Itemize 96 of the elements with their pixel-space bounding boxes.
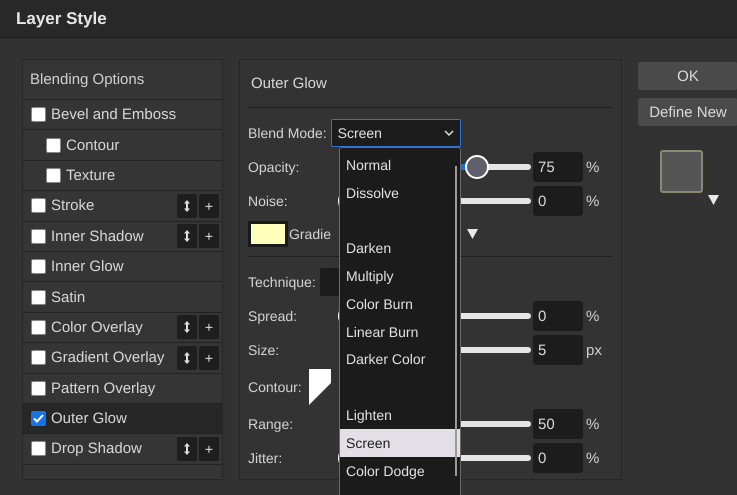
checkbox[interactable] — [31, 380, 46, 396]
number-field[interactable]: 5 — [533, 335, 583, 365]
checkbox[interactable] — [31, 411, 46, 426]
color-swatch[interactable] — [248, 221, 288, 247]
field-label: Blend Mode: — [248, 125, 327, 141]
field-label: Technique: — [248, 274, 316, 290]
field-label: Noise: — [248, 193, 288, 209]
chevron-down-icon — [444, 130, 454, 136]
select-field[interactable]: Screen — [330, 119, 461, 147]
reorder-button[interactable] — [177, 224, 197, 248]
style-list-item[interactable]: Gradient Overlay + — [23, 343, 222, 374]
dropdown-triangle-icon[interactable] — [708, 195, 718, 205]
checkbox[interactable] — [31, 320, 46, 335]
window-title: Layer Style — [16, 8, 107, 28]
style-label: Contour — [66, 136, 120, 154]
unit-label: % — [586, 450, 600, 466]
menu-option[interactable]: Darker Color — [340, 346, 454, 374]
panel-title: Outer Glow — [251, 75, 327, 92]
checkbox[interactable] — [31, 107, 46, 122]
number-field[interactable]: 0 — [533, 443, 583, 473]
number-field[interactable]: 0 — [533, 301, 583, 331]
updown-arrow-icon — [184, 352, 190, 364]
blending-options-item[interactable]: Blending Options — [23, 60, 222, 100]
style-label: Bevel and Emboss — [51, 106, 178, 124]
add-button[interactable]: + — [199, 194, 219, 218]
style-list-item[interactable]: Stroke + — [23, 191, 222, 222]
style-label: Inner Glow — [51, 258, 125, 276]
unit-label: % — [586, 308, 600, 324]
checkbox[interactable] — [31, 290, 46, 305]
style-label: Pattern Overlay — [51, 380, 156, 397]
contour-curve-icon[interactable] — [308, 369, 331, 405]
number-field[interactable]: 50 — [533, 409, 583, 439]
dialog-button[interactable]: Define New — [638, 98, 737, 126]
style-list-item[interactable]: Drop Shadow + — [23, 434, 222, 465]
slider-thumb[interactable] — [464, 155, 489, 179]
style-list-item[interactable]: Color Overlay + — [23, 312, 222, 344]
reorder-button[interactable] — [177, 436, 197, 461]
add-button[interactable]: + — [199, 346, 219, 370]
field-label: Jitter: — [248, 450, 282, 466]
style-label: Stroke — [51, 197, 96, 214]
unit-label: % — [586, 158, 600, 176]
field-label: Opacity: — [248, 159, 300, 175]
style-label: Drop Shadow — [51, 440, 143, 458]
unit-label: px — [586, 342, 603, 358]
dropdown-triangle-icon[interactable] — [467, 229, 478, 239]
dialog-button[interactable]: OK — [638, 62, 737, 90]
style-list-item[interactable]: Texture — [23, 160, 222, 192]
reorder-button[interactable] — [177, 194, 197, 218]
menu-option[interactable]: Lighten — [340, 401, 454, 429]
menu-option[interactable]: Color Dodge — [340, 456, 454, 485]
field-label: Size: — [248, 342, 280, 358]
style-list-item[interactable]: Contour — [23, 130, 222, 161]
reorder-button[interactable] — [177, 315, 197, 340]
add-button[interactable]: + — [199, 224, 219, 248]
checkbox[interactable] — [46, 168, 61, 183]
add-button[interactable]: + — [199, 315, 219, 340]
menu-option[interactable]: Linear Burn — [340, 318, 454, 346]
menu-option[interactable]: Normal — [340, 151, 454, 179]
style-label: Inner Shadow — [51, 228, 145, 245]
checkbox[interactable] — [31, 350, 46, 366]
style-label: Gradient Overlay — [51, 349, 166, 366]
style-label: Outer Glow — [51, 410, 128, 428]
menu-option[interactable]: Color Burn — [340, 290, 454, 318]
menu-option[interactable]: Dissolve — [340, 178, 454, 207]
updown-arrow-icon — [184, 321, 190, 334]
checkbox[interactable] — [31, 198, 46, 214]
number-field[interactable]: 75 — [533, 152, 583, 182]
gradient-label: Gradie — [289, 226, 332, 242]
style-label: Color Overlay — [51, 318, 144, 336]
style-list-item[interactable]: Bevel and Emboss — [23, 100, 222, 130]
menu-option[interactable]: Darken — [340, 234, 454, 262]
updown-arrow-icon — [184, 200, 190, 212]
style-list-item[interactable]: Outer Glow — [23, 404, 222, 434]
menu-option[interactable]: Multiply — [340, 262, 454, 290]
checkbox[interactable] — [31, 441, 46, 456]
unit-label: % — [586, 416, 600, 432]
checkbox[interactable] — [31, 259, 46, 274]
add-button[interactable]: + — [199, 436, 219, 461]
updown-arrow-icon — [184, 442, 190, 455]
field-label: Range: — [248, 416, 294, 432]
field-label: Contour: — [248, 379, 302, 395]
updown-arrow-icon — [184, 230, 190, 242]
scrollbar[interactable] — [455, 166, 457, 476]
style-label: Texture — [66, 166, 116, 184]
preview-swatch — [660, 150, 703, 193]
style-list-item[interactable]: Inner Glow — [23, 252, 222, 282]
style-label: Satin — [51, 288, 86, 306]
unit-label: % — [586, 192, 600, 210]
style-list-item[interactable]: Inner Shadow + — [23, 222, 222, 252]
menu-option[interactable]: Screen — [340, 428, 460, 457]
checkbox[interactable] — [46, 138, 61, 153]
number-field[interactable]: 0 — [533, 186, 583, 216]
style-list-item[interactable]: Satin — [23, 282, 222, 313]
checkbox[interactable] — [31, 228, 46, 244]
reorder-button[interactable] — [177, 346, 197, 370]
field-label: Spread: — [248, 308, 298, 324]
